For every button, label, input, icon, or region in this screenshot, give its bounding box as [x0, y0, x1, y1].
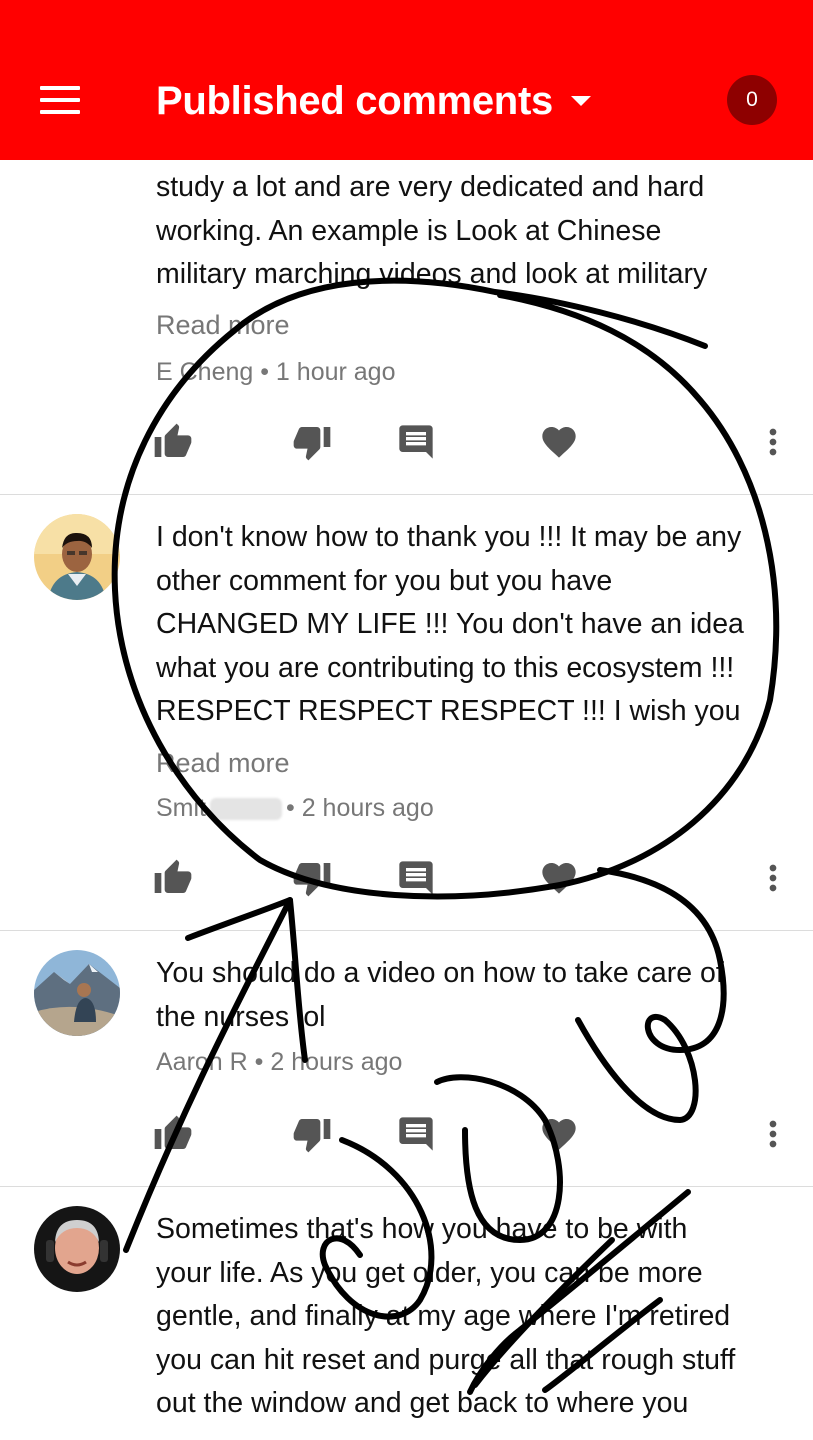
avatar: [34, 950, 120, 1036]
comment-time: • 2 hours ago: [286, 794, 434, 822]
comment-text: I don't know how to thank you !!! It may…: [156, 521, 744, 727]
comment-item: You should do a video on how to take car…: [0, 930, 813, 1187]
comment-text: study a lot and are very dedicated and h…: [156, 171, 708, 290]
comments-filter-dropdown[interactable]: Published comments: [156, 74, 591, 128]
more-vert-icon[interactable]: [753, 1114, 793, 1154]
menu-icon[interactable]: [38, 84, 82, 116]
more-vert-icon[interactable]: [753, 858, 793, 898]
thumb-up-icon[interactable]: [153, 1114, 193, 1154]
comment-actions: [0, 858, 813, 904]
comment-item: I don't know how to thank you !!! It may…: [0, 494, 813, 931]
page-title: Published comments: [156, 78, 553, 123]
read-more-link[interactable]: Read more: [156, 748, 290, 779]
reply-icon[interactable]: [396, 422, 436, 462]
comment-actions: [0, 422, 813, 468]
heart-icon[interactable]: [539, 422, 579, 462]
thumb-down-icon[interactable]: [292, 1114, 332, 1154]
comment-text: Sometimes that's how you have to be with…: [156, 1213, 736, 1419]
comment-item: study a lot and are very dedicated and h…: [0, 160, 813, 495]
comment-meta: Smit • 2 hours ago: [156, 794, 434, 823]
comment-text: You should do a video on how to take car…: [156, 957, 724, 1033]
thumb-down-icon[interactable]: [292, 422, 332, 462]
thumb-down-icon[interactable]: [292, 858, 332, 898]
thumb-up-icon[interactable]: [153, 858, 193, 898]
notification-count-badge[interactable]: 0: [727, 75, 777, 125]
more-vert-icon[interactable]: [753, 422, 793, 462]
heart-icon[interactable]: [539, 858, 579, 898]
reply-icon[interactable]: [396, 858, 436, 898]
app-header: Published comments 0: [0, 0, 813, 160]
blurred-name: [210, 798, 282, 821]
comment-meta: Aaron R • 2 hours ago: [156, 1048, 403, 1076]
read-more-link[interactable]: Read more: [156, 310, 290, 341]
comment-item: Sometimes that's how you have to be with…: [0, 1186, 813, 1440]
comment-meta: E Cheng • 1 hour ago: [156, 358, 396, 386]
reply-icon[interactable]: [396, 1114, 436, 1154]
comment-author: Smit: [156, 794, 206, 822]
thumb-up-icon[interactable]: [153, 422, 193, 462]
avatar: [34, 514, 120, 600]
avatar: [34, 1206, 120, 1292]
chevron-down-icon: [570, 96, 591, 106]
comment-actions: [0, 1114, 813, 1160]
heart-icon[interactable]: [539, 1114, 579, 1154]
